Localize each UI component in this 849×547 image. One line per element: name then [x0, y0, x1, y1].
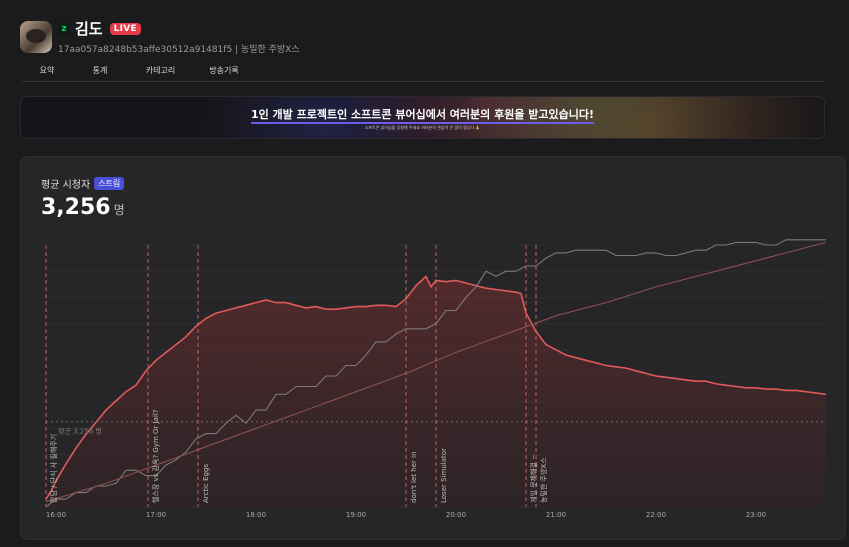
x-tick-label: 22:00	[646, 511, 666, 519]
tab-stats[interactable]: 통계	[72, 62, 128, 82]
event-label: don't let her in	[410, 451, 418, 503]
banner-title: 1인 개발 프로젝트인 소프트콘 뷰어십에서 여러분의 후원을 받고있습니다!	[21, 106, 824, 124]
event-label: 잡담 / 단식 사 필해주기	[49, 434, 58, 503]
avatar[interactable]	[20, 21, 52, 53]
streamer-header: z 김도 LIVE 17aa057a8248b53affe30512a91481…	[20, 19, 300, 55]
tab-category[interactable]: 카테고리	[128, 62, 193, 82]
event-label: Arctic Eggs	[202, 464, 210, 503]
event-label: 헬스장 vs 감옥? Gym Or Jail?	[151, 409, 160, 503]
support-banner[interactable]: ✦ 1인 개발 프로젝트인 소프트콘 뷰어십에서 여러분의 후원을 받고있습니다…	[20, 96, 825, 139]
tab-summary[interactable]: 요약	[22, 62, 72, 82]
event-label: Loser Simulator	[440, 448, 448, 503]
name-row: z 김도 LIVE	[58, 20, 300, 38]
nav-tabs: 요약 통계 카테고리 방송기록	[22, 62, 824, 82]
live-badge: LIVE	[109, 22, 142, 35]
x-tick-label: 17:00	[146, 511, 166, 519]
x-tick-label: 21:00	[546, 511, 566, 519]
banner-subtitle: 소프트콘 뷰어십을 응원해 주세요 여러분의 관심이 큰 힘이 됩니다 🙏	[364, 125, 481, 130]
average-viewers-card: 평균 시청자 스트림 3,256 명 평균 3,256 명 잡담 / 단식 사 필해…	[20, 156, 846, 540]
x-tick-label: 19:00	[346, 511, 366, 519]
x-tick-label: 23:00	[746, 511, 766, 519]
x-tick-label: 18:00	[246, 511, 266, 519]
tab-broadcast-history[interactable]: 방송기록	[193, 62, 255, 82]
average-label: 평균 3,256 명	[58, 427, 102, 436]
channel-subtitle: 17aa057a8248b53affe30512a91481f5 | 농밀한 주…	[58, 44, 300, 55]
x-tick-label: 16:00	[46, 511, 66, 519]
streamer-name: 김도	[75, 20, 103, 38]
chzzk-icon: z	[58, 22, 70, 35]
streamer-title-block: z 김도 LIVE 17aa057a8248b53affe30512a91481…	[58, 20, 300, 55]
banner-title-text: 1인 개발 프로젝트인 소프트콘 뷰어십에서 여러분의 후원을 받고있습니다!	[250, 108, 595, 124]
event-label: 농밀한 주방X스	[539, 457, 548, 503]
viewers-chart[interactable]: 평균 3,256 명잡담 / 단식 사 필해주기 헬스장 vs 감옥? Gym O…	[21, 157, 847, 541]
x-tick-label: 20:00	[446, 511, 466, 519]
event-label: 게임 문제해결 ~	[529, 454, 538, 503]
